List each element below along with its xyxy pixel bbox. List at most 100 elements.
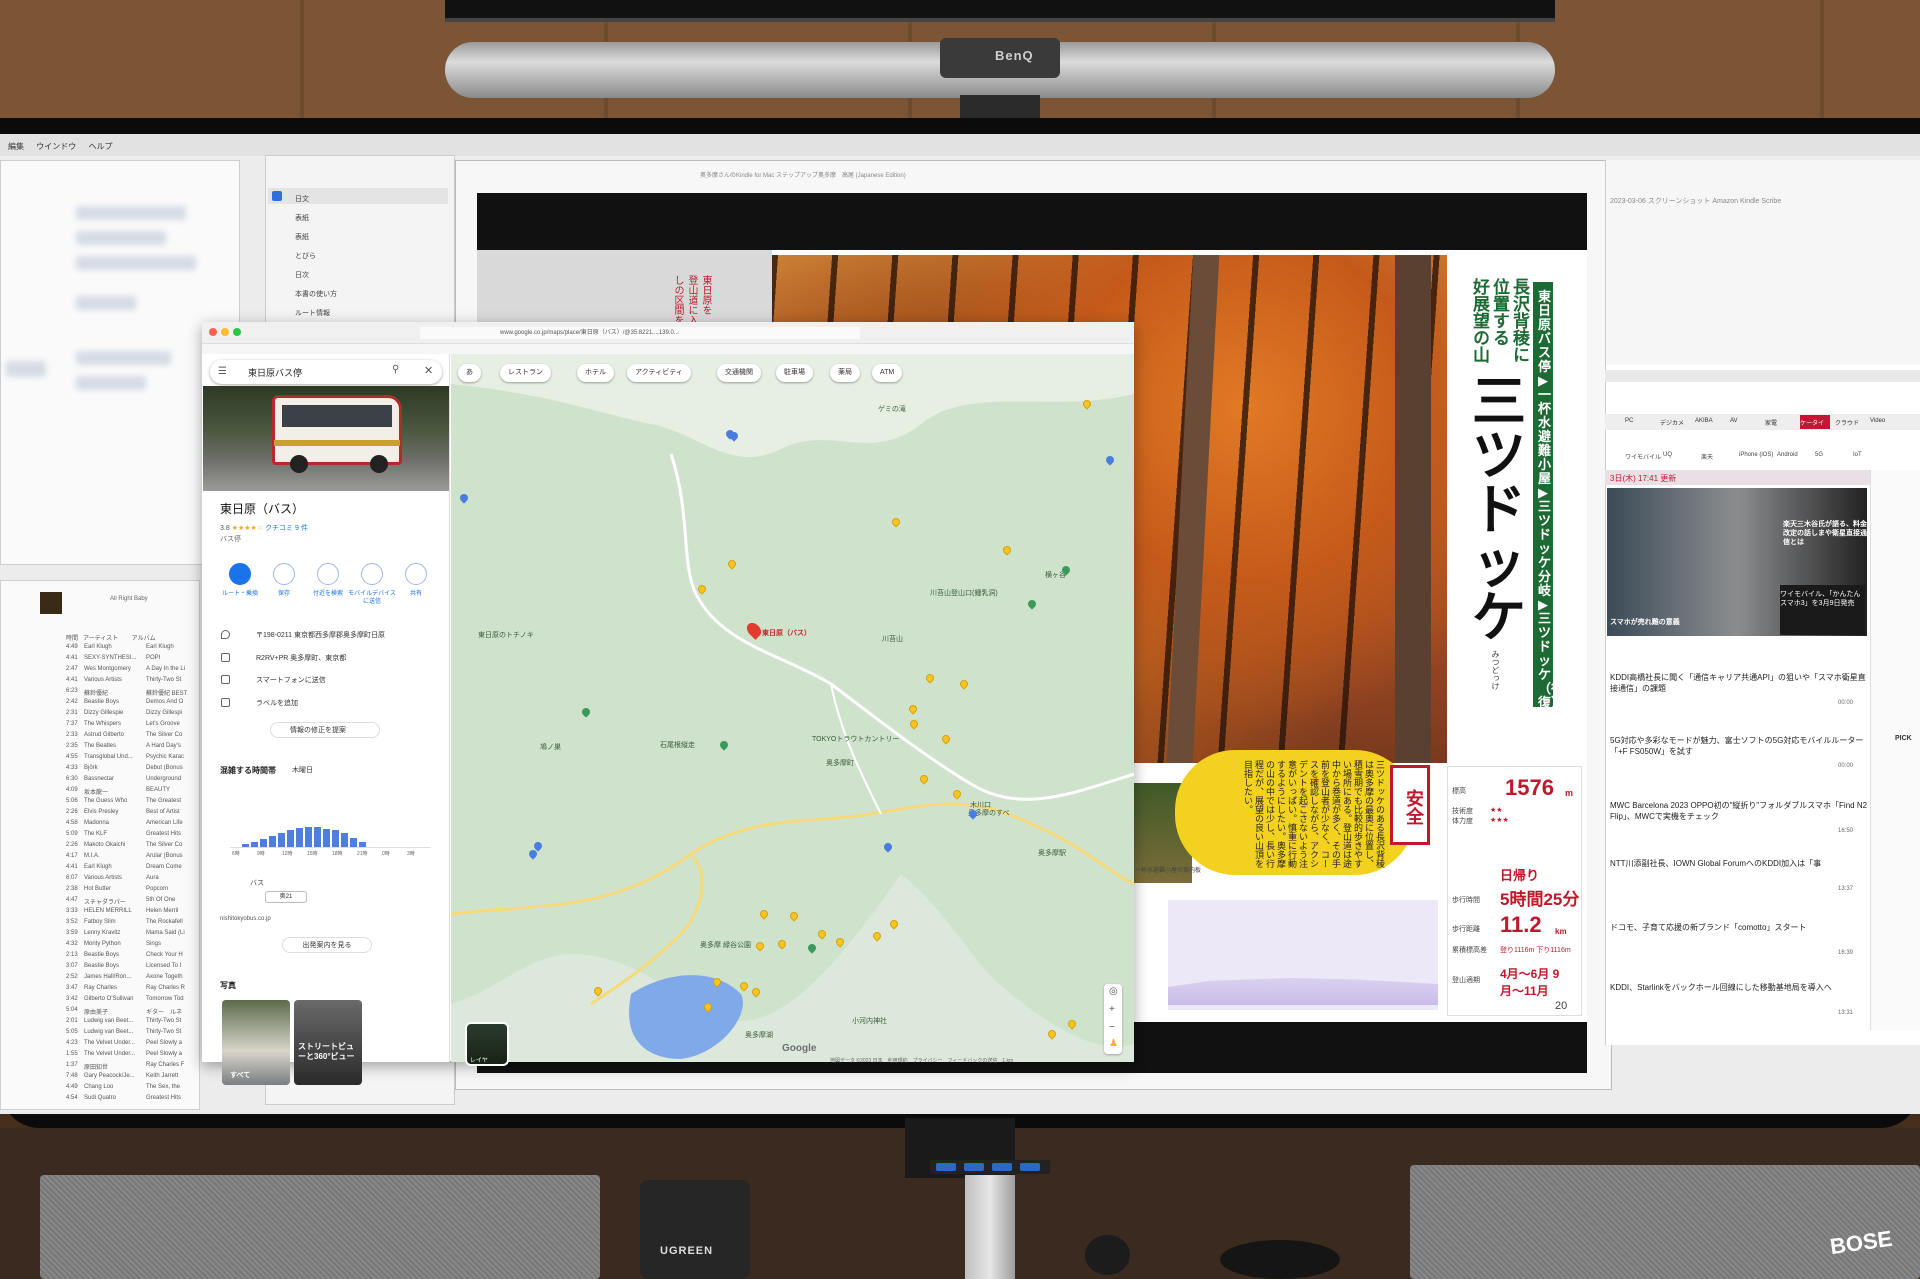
track-artist[interactable]: Madonna [84, 820, 109, 826]
track-artist[interactable]: Bassnectar [84, 776, 114, 782]
track-artist[interactable]: The Velvet Under... [84, 1040, 135, 1046]
save-label[interactable]: 保存 [260, 590, 308, 598]
track-album[interactable]: Aura [146, 875, 159, 881]
directions-label[interactable]: ルート・乗換 [216, 590, 264, 598]
track-album[interactable]: 蘇鈴優紀 BEST [146, 688, 187, 697]
track-artist[interactable]: 原田知世 [84, 1062, 108, 1071]
track-artist[interactable]: The Beatles [84, 743, 116, 749]
track-artist[interactable]: 原由美子 [84, 1007, 108, 1016]
track-album[interactable]: Popcorn [146, 886, 168, 892]
track-album[interactable]: A Day In the Li [146, 666, 185, 672]
track-album[interactable]: The Sex, the [146, 1084, 180, 1090]
track-artist[interactable]: Fatboy Slim [84, 919, 116, 925]
map-filter-chip[interactable]: ホテル [577, 364, 614, 382]
review-count[interactable]: クチコミ 9 件 [265, 525, 308, 532]
track-album[interactable]: Thirty-Two St [146, 677, 181, 683]
track-time[interactable]: 4:41 [66, 864, 78, 870]
track-artist[interactable]: 坂本龍一 [84, 787, 108, 796]
track-artist[interactable]: Ludwig van Beet... [84, 1018, 133, 1024]
search-value[interactable]: 東日原バス停 [248, 366, 302, 379]
track-artist[interactable]: Lenny Kravitz [84, 930, 120, 936]
track-album[interactable]: A Hard Day's [146, 743, 181, 749]
address[interactable]: 〒198-0211 東京都西多摩郡奥多摩町日原 [256, 630, 385, 640]
track-time[interactable]: 4:09 [66, 787, 78, 793]
layers-label[interactable]: レイヤ [470, 1055, 488, 1064]
toc-item[interactable]: 日次 [295, 270, 309, 280]
track-time[interactable]: 6:07 [66, 875, 78, 881]
track-time[interactable]: 1:55 [66, 1051, 78, 1057]
menu-window[interactable]: ウインドウ [36, 142, 76, 151]
track-time[interactable]: 2:47 [66, 666, 78, 672]
track-album[interactable]: The Greatest [146, 798, 181, 804]
map-filter-chip[interactable]: 交通機関 [717, 364, 761, 382]
track-album[interactable]: Debut (Bonus [146, 765, 183, 771]
track-time[interactable]: 3:07 [66, 963, 78, 969]
minimize-window-button[interactable] [221, 328, 229, 336]
zoom-window-button[interactable] [233, 328, 241, 336]
map-filter-chip[interactable]: あ [458, 364, 481, 382]
track-artist[interactable]: Dizzy Gillespie [84, 710, 123, 716]
track-album[interactable]: Earl Klugh [146, 644, 174, 650]
subcategory-link[interactable]: ワイモバイル [1625, 452, 1661, 461]
track-album[interactable]: The Silver Co [146, 732, 182, 738]
track-album[interactable]: Thirty-Two St [146, 1029, 181, 1035]
track-album[interactable]: Peel Slowly a [146, 1051, 182, 1057]
category-tab[interactable]: PC [1625, 418, 1633, 424]
map-place-label[interactable]: 奥多摩 緑谷公園 [700, 940, 751, 950]
news-headline[interactable]: KDDI、Starlinkをバックホール回線にした移動基地局を導入へ [1610, 982, 1870, 993]
track-time[interactable]: 3:59 [66, 930, 78, 936]
track-artist[interactable]: Beastie Boys [84, 952, 119, 958]
track-album[interactable]: Arular (Bonus [146, 853, 183, 859]
subcategory-link[interactable]: Android [1777, 452, 1798, 458]
map-terrain[interactable] [451, 354, 1134, 1062]
close-window-button[interactable] [209, 328, 217, 336]
track-artist[interactable]: SEXY-SYNTHESI... [84, 655, 136, 661]
toc-item[interactable]: 表紙 [295, 213, 309, 223]
track-artist[interactable]: Astrud Gilberto [84, 732, 124, 738]
track-time[interactable]: 4:49 [66, 644, 78, 650]
map-place-label[interactable]: 奥多摩湖 [745, 1030, 773, 1040]
nearby-button[interactable] [317, 563, 339, 585]
category-tab[interactable]: Video [1870, 418, 1885, 424]
category-tab[interactable]: AV [1730, 418, 1738, 424]
map-filter-chip[interactable]: アクティビティ [627, 364, 691, 382]
track-time[interactable]: 2:35 [66, 743, 78, 749]
search-input[interactable] [210, 360, 442, 384]
category-tab[interactable]: 家電 [1765, 418, 1777, 427]
track-album[interactable]: American Life [146, 820, 183, 826]
track-artist[interactable]: Chang Loo [84, 1084, 113, 1090]
close-icon[interactable]: ✕ [424, 364, 433, 377]
track-time[interactable]: 4:55 [66, 754, 78, 760]
news-headline[interactable]: NTT川添副社長、IOWN Global ForumへのKDDI加入は「事 [1610, 858, 1870, 869]
send-label[interactable]: モバイルデバイスに送信 [348, 590, 396, 606]
track-artist[interactable]: Beastie Boys [84, 963, 119, 969]
map-place-label[interactable]: 奥多摩町 [826, 758, 854, 768]
track-album[interactable]: ギター ルネ [146, 1007, 182, 1016]
directions-button[interactable] [229, 563, 251, 585]
track-album[interactable]: Dream Come [146, 864, 182, 870]
track-album[interactable]: Let's Groove [146, 721, 180, 727]
menu-icon[interactable]: ☰ [218, 366, 227, 377]
track-time[interactable]: 4:17 [66, 853, 78, 859]
track-time[interactable]: 4:41 [66, 677, 78, 683]
track-artist[interactable]: Makoto Okaichi [84, 842, 125, 848]
col-artist[interactable]: アーティスト [83, 636, 118, 642]
map-place-label[interactable]: ゲミの滝 [878, 404, 906, 414]
photo-street-view-label[interactable]: ストリートビューと360°ビュー [298, 1042, 360, 1062]
track-album[interactable]: 5th Of One [146, 897, 175, 903]
news-headline[interactable]: 5G対応や多彩なモードが魅力、富士ソフトの5G対応モバイルルーター「+F FS0… [1610, 735, 1870, 757]
subcategory-link[interactable]: iPhone (iOS) [1739, 452, 1773, 458]
track-artist[interactable]: The Velvet Under... [84, 1051, 135, 1057]
track-artist[interactable]: Elvis Presley [84, 809, 118, 815]
map-place-label[interactable]: 川苔山 [882, 634, 903, 644]
track-time[interactable]: 2:38 [66, 886, 78, 892]
departures-button[interactable]: 出発案内を見る [282, 937, 372, 953]
map-place-label[interactable]: TOKYOトラウトカントリー [812, 734, 899, 744]
plus-code[interactable]: R2RV+PR 奥多摩町、東京都 [256, 653, 346, 663]
track-time[interactable]: 4:47 [66, 897, 78, 903]
track-time[interactable]: 4:54 [66, 1095, 78, 1101]
track-time[interactable]: 6:23 [66, 688, 78, 694]
track-time[interactable]: 3:52 [66, 919, 78, 925]
subcategory-link[interactable]: IoT [1853, 452, 1862, 458]
track-album[interactable]: Thirty-Two St [146, 1018, 181, 1024]
